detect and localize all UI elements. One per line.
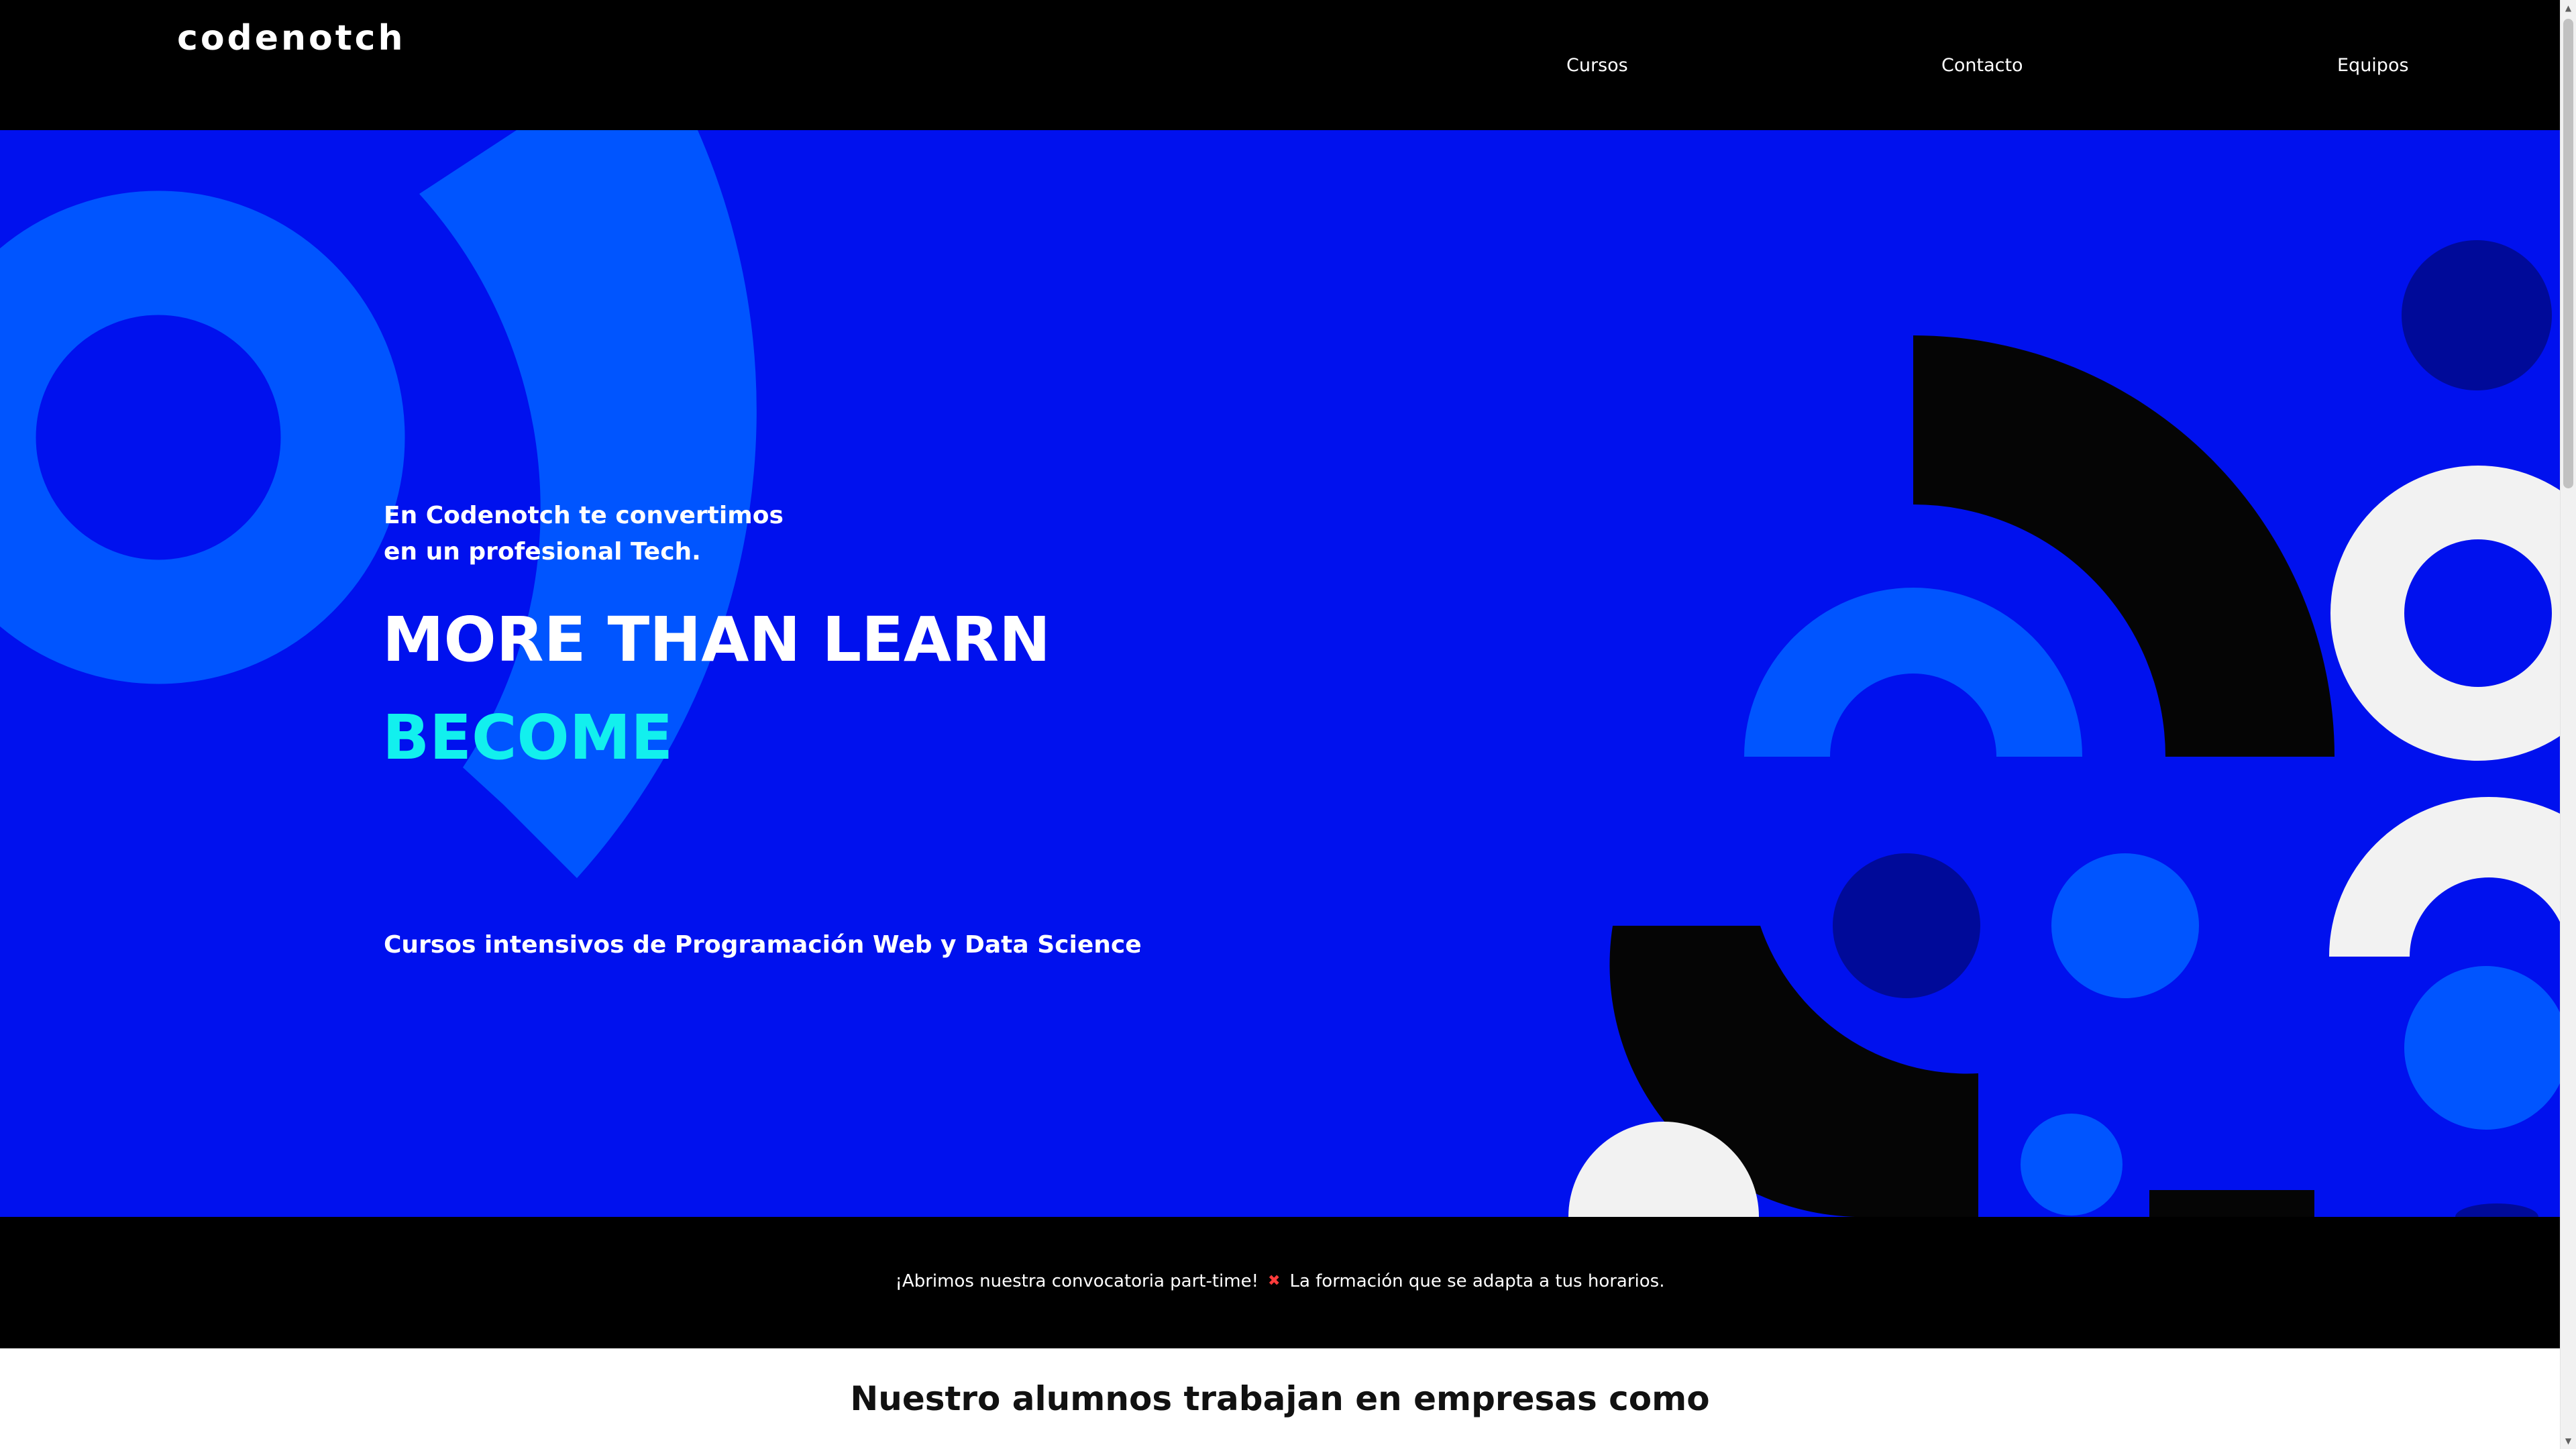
page: codenotch Cursos Contacto Equipos En Cod… bbox=[0, 0, 2560, 1449]
blue-dot-large-shape bbox=[2404, 966, 2560, 1130]
site-header: codenotch Cursos Contacto Equipos bbox=[0, 0, 2560, 130]
hero-subtitle: Cursos intensivos de Programación Web y … bbox=[384, 931, 1142, 959]
hero-title: MORE THAN LEARN bbox=[382, 604, 1051, 676]
blue-half-ring-shape bbox=[1744, 588, 2082, 757]
cross-mark-icon: ✖ bbox=[1268, 1273, 1281, 1289]
companies-section: Nuestro alumnos trabajan en empresas com… bbox=[0, 1348, 2560, 1449]
announcement-text-after: La formación que se adapta a tus horario… bbox=[1289, 1271, 1665, 1291]
hero-intro-line1: En Codenotch te convertimos bbox=[384, 502, 784, 529]
blue-dot-small-shape bbox=[2021, 1114, 2123, 1216]
announcement-bar: ¡Abrimos nuestra convocatoria part-time!… bbox=[0, 1217, 2560, 1348]
nav-link-equipos[interactable]: Equipos bbox=[2337, 54, 2409, 78]
companies-title: Nuestro alumnos trabajan en empresas com… bbox=[850, 1379, 1710, 1418]
dark-circle-shape bbox=[2402, 240, 2552, 390]
scroll-up-arrow-icon[interactable]: ▲ bbox=[2561, 0, 2576, 16]
black-block-shape bbox=[2149, 1190, 2314, 1217]
hero-intro: En Codenotch te convertimos en un profes… bbox=[384, 498, 784, 570]
scrollbar-thumb[interactable] bbox=[2563, 19, 2573, 488]
scroll-down-arrow-icon[interactable]: ▼ bbox=[2561, 1433, 2576, 1449]
nav-link-contacto[interactable]: Contacto bbox=[1941, 54, 2023, 78]
nav-link-cursos[interactable]: Cursos bbox=[1566, 54, 1628, 78]
left-ring-shape bbox=[0, 191, 405, 684]
white-ring-shape bbox=[2330, 466, 2560, 761]
white-half-ring-shape bbox=[2329, 797, 2560, 957]
codenotch-logo[interactable]: codenotch bbox=[177, 15, 405, 62]
announcement-text-before: ¡Abrimos nuestra convocatoria part-time! bbox=[895, 1271, 1259, 1291]
announcement-text: ¡Abrimos nuestra convocatoria part-time!… bbox=[0, 1268, 2560, 1295]
hero-intro-line2: en un profesional Tech. bbox=[384, 538, 701, 566]
blue-dot-shape bbox=[2051, 853, 2199, 998]
hero-highlight: BECOME bbox=[382, 702, 674, 773]
page-scrollbar[interactable]: ▲ ▼ bbox=[2560, 0, 2576, 1449]
dark-blue-dot-shape bbox=[1833, 853, 1980, 998]
dark-edge-dot-shape bbox=[2455, 1203, 2538, 1217]
hero-section: En Codenotch te convertimos en un profes… bbox=[0, 130, 2560, 1217]
